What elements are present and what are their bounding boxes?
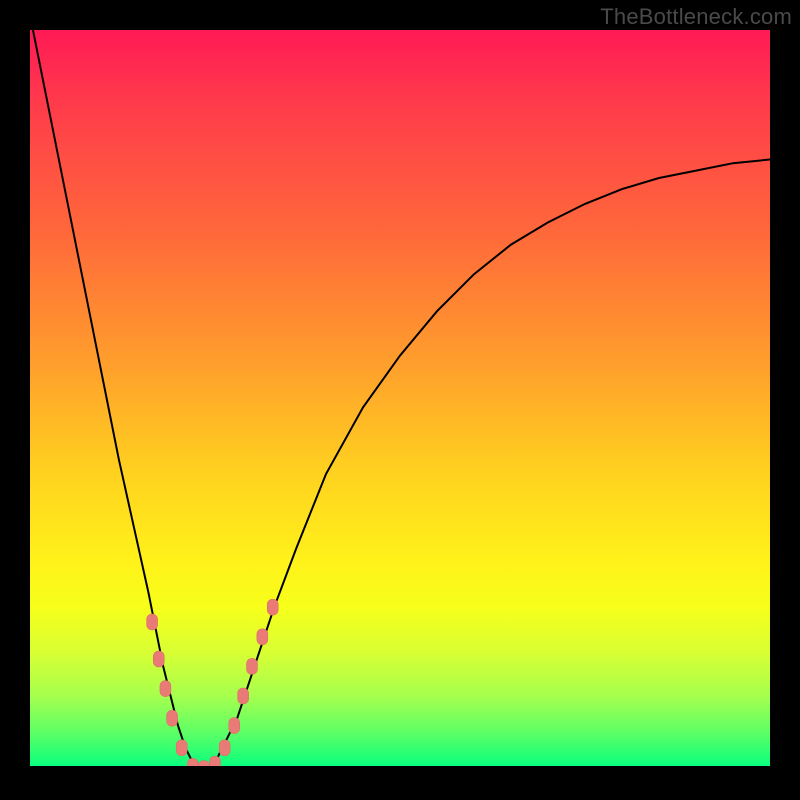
marker-dot bbox=[238, 688, 249, 704]
chart-frame: TheBottleneck.com bbox=[0, 0, 800, 800]
marker-dot bbox=[247, 658, 258, 674]
plot-area bbox=[30, 30, 770, 770]
bottleneck-curve bbox=[30, 30, 770, 770]
marker-dot bbox=[257, 629, 268, 645]
marker-dot bbox=[147, 614, 158, 630]
marker-dot bbox=[176, 740, 187, 756]
marker-dot bbox=[267, 599, 278, 615]
bottom-black-band bbox=[30, 766, 770, 770]
marker-dot bbox=[167, 710, 178, 726]
marker-dot bbox=[219, 740, 230, 756]
highlight-markers bbox=[147, 599, 279, 770]
marker-dot bbox=[160, 681, 171, 697]
curve-svg bbox=[30, 30, 770, 770]
marker-dot bbox=[229, 718, 240, 734]
marker-dot bbox=[153, 651, 164, 667]
watermark-text: TheBottleneck.com bbox=[600, 4, 792, 30]
